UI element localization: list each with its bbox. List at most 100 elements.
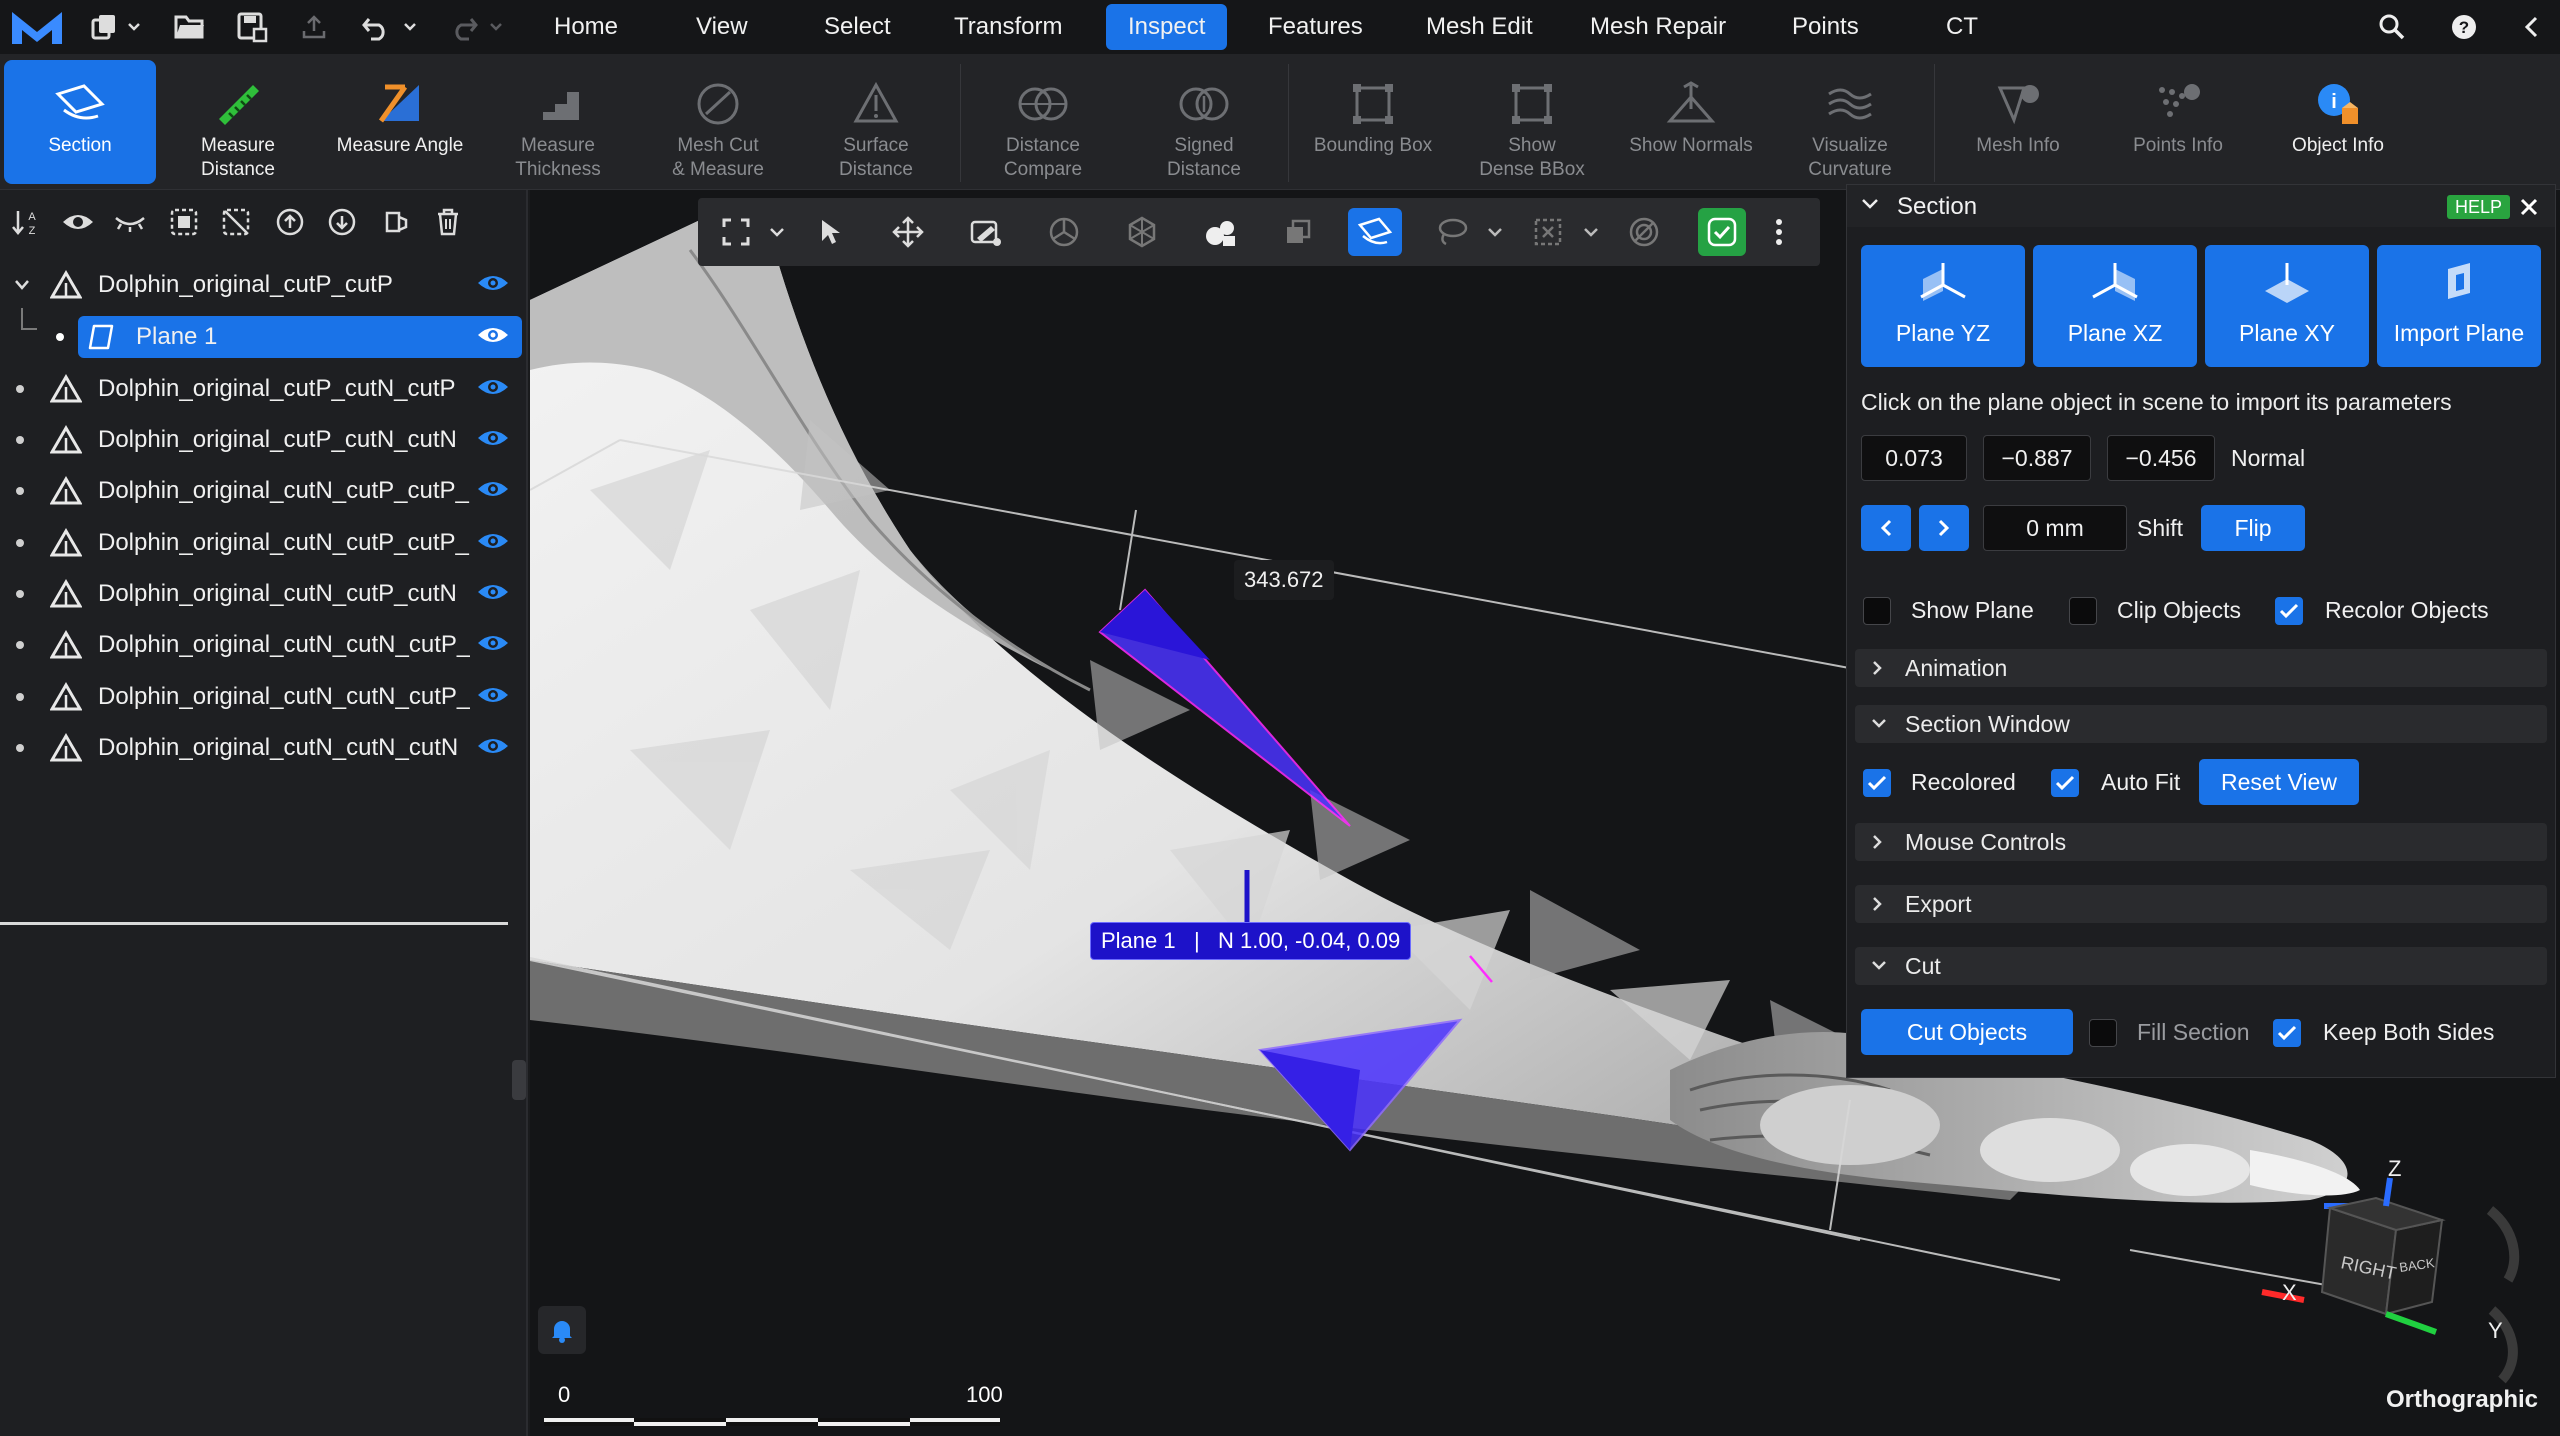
measure-distance-button[interactable]: Measure Distance [164,60,312,184]
camera-icon[interactable] [1196,208,1244,256]
shift-decrease-button[interactable] [1861,505,1911,551]
tree-item[interactable]: Dolphin_original_cutN_cutP_cutP_ [0,520,528,566]
normal-x-input[interactable]: 0.073 [1861,435,1967,481]
menu-mesh-edit[interactable]: Mesh Edit [1404,4,1555,50]
panel-splitter[interactable] [0,922,508,925]
chevron-down-icon[interactable] [1861,197,1879,216]
move-up-icon[interactable] [270,204,310,240]
menu-select[interactable]: Select [802,4,913,50]
shift-input[interactable]: 0 mm [1983,505,2127,551]
scrollbar-handle[interactable] [512,1060,526,1100]
menu-mesh-repair[interactable]: Mesh Repair [1568,4,1748,50]
save-icon[interactable] [232,10,272,44]
delete-icon[interactable] [428,204,468,240]
section-view-icon[interactable] [1348,208,1402,256]
mouse-controls-group-header[interactable]: Mouse Controls [1855,823,2547,861]
chevron-down-icon[interactable] [400,14,420,40]
tree-item[interactable]: Dolphin_original_cutN_cutN_cutN [0,725,528,771]
open-folder-icon[interactable] [172,10,208,44]
plane-xz-button[interactable]: Plane XZ [2033,245,2197,367]
chevron-down-icon[interactable] [768,216,786,248]
auto-fit-checkbox[interactable] [2051,769,2079,797]
move-icon[interactable] [884,208,932,256]
section-panel-header[interactable]: Section HELP [1847,185,2555,227]
tree-item[interactable]: Dolphin_original_cutP_cutN_cutP [0,366,528,412]
recolored-checkbox[interactable] [1863,769,1891,797]
undo-icon[interactable] [358,10,394,44]
chevron-down-icon[interactable] [1486,216,1504,248]
search-icon[interactable] [2374,10,2410,44]
visibility-eye-icon[interactable] [476,427,510,453]
help-badge[interactable]: HELP [2447,195,2511,219]
fill-section-checkbox[interactable] [2089,1019,2117,1047]
reset-view-button[interactable]: Reset View [2199,759,2359,805]
visibility-eye-icon[interactable] [476,581,510,607]
flip-button[interactable]: Flip [2201,505,2305,551]
tree-item[interactable]: Dolphin_original_cutN_cutP_cutP_ [0,468,528,514]
duplicate-icon[interactable] [1274,208,1322,256]
section-tool-button[interactable]: Section [4,60,156,184]
visibility-eye-icon[interactable] [476,632,510,658]
menu-features[interactable]: Features [1246,4,1385,50]
object-info-button[interactable]: i Object Info [2270,60,2406,184]
visibility-eye-icon[interactable] [476,376,510,402]
paint-select-icon[interactable] [962,208,1010,256]
tree-item[interactable]: Dolphin_original_cutP_cutN_cutN [0,417,528,463]
fit-view-icon[interactable] [712,208,760,256]
import-plane-button[interactable]: Import Plane [2377,245,2541,367]
recolor-objects-checkbox[interactable] [2275,597,2303,625]
sort-icon[interactable]: AZ [6,204,46,240]
animation-group-header[interactable]: Animation [1855,649,2547,687]
chevron-down-icon[interactable] [1582,216,1600,248]
chevron-down-icon[interactable] [124,14,144,40]
notification-bell-icon[interactable] [538,1306,586,1354]
select-all-icon[interactable] [164,204,204,240]
help-icon[interactable]: ? [2446,10,2482,44]
menu-ct[interactable]: CT [1924,4,2000,50]
menu-points[interactable]: Points [1770,4,1881,50]
pointer-icon[interactable] [806,208,854,256]
menu-home[interactable]: Home [532,4,640,50]
transform-icon[interactable] [1118,208,1166,256]
move-down-icon[interactable] [322,204,362,240]
box-select-icon[interactable] [1524,208,1572,256]
menu-inspect[interactable]: Inspect [1106,4,1228,50]
measure-angle-button[interactable]: Measure Angle [320,60,480,184]
visibility-eye-icon[interactable] [476,684,510,710]
menu-transform[interactable]: Transform [932,4,1084,50]
group-icon[interactable] [376,204,416,240]
collapse-icon[interactable] [2514,10,2550,44]
section-window-group-header[interactable]: Section Window [1855,705,2547,743]
show-plane-checkbox[interactable] [1863,597,1891,625]
visibility-eye-icon[interactable] [476,530,510,556]
export-group-header[interactable]: Export [1855,885,2547,923]
visibility-eye-icon[interactable] [476,735,510,761]
deselect-icon[interactable] [216,204,256,240]
tree-item[interactable]: Dolphin_original_cutN_cutP_cutN [0,571,528,617]
plane-info-label[interactable]: Plane 1 | N 1.00, -0.04, 0.09 [1090,922,1412,960]
normal-z-input[interactable]: −0.456 [2107,435,2215,481]
tree-item[interactable]: Dolphin_original_cutN_cutN_cutP_ [0,674,528,720]
tree-item[interactable]: Dolphin_original_cutN_cutN_cutP_ [0,622,528,668]
visibility-eye-icon[interactable] [476,272,510,298]
show-all-icon[interactable] [58,204,98,240]
projection-label[interactable]: Orthographic [2386,1386,2538,1414]
hide-all-icon[interactable] [110,204,150,240]
close-icon[interactable] [2515,193,2543,221]
chevron-down-icon[interactable] [12,279,32,291]
keep-both-sides-checkbox[interactable] [2273,1019,2301,1047]
plane-xy-button[interactable]: Plane XY [2205,245,2369,367]
new-file-icon[interactable] [86,10,122,44]
clip-objects-checkbox[interactable] [2069,597,2097,625]
cut-group-header[interactable]: Cut [1855,947,2547,985]
tree-item-root[interactable]: Dolphin_original_cutP_cutP [0,262,528,308]
cut-objects-button[interactable]: Cut Objects [1861,1009,2073,1055]
orbit-icon[interactable] [1040,208,1088,256]
check-icon[interactable] [1698,208,1746,256]
more-icon[interactable] [1764,208,1794,256]
visibility-eye-icon[interactable] [476,324,510,350]
tree-item-plane[interactable]: Plane 1 [0,314,528,360]
normal-y-input[interactable]: −0.887 [1983,435,2091,481]
plane-yz-button[interactable]: Plane YZ [1861,245,2025,367]
visibility-eye-icon[interactable] [476,478,510,504]
